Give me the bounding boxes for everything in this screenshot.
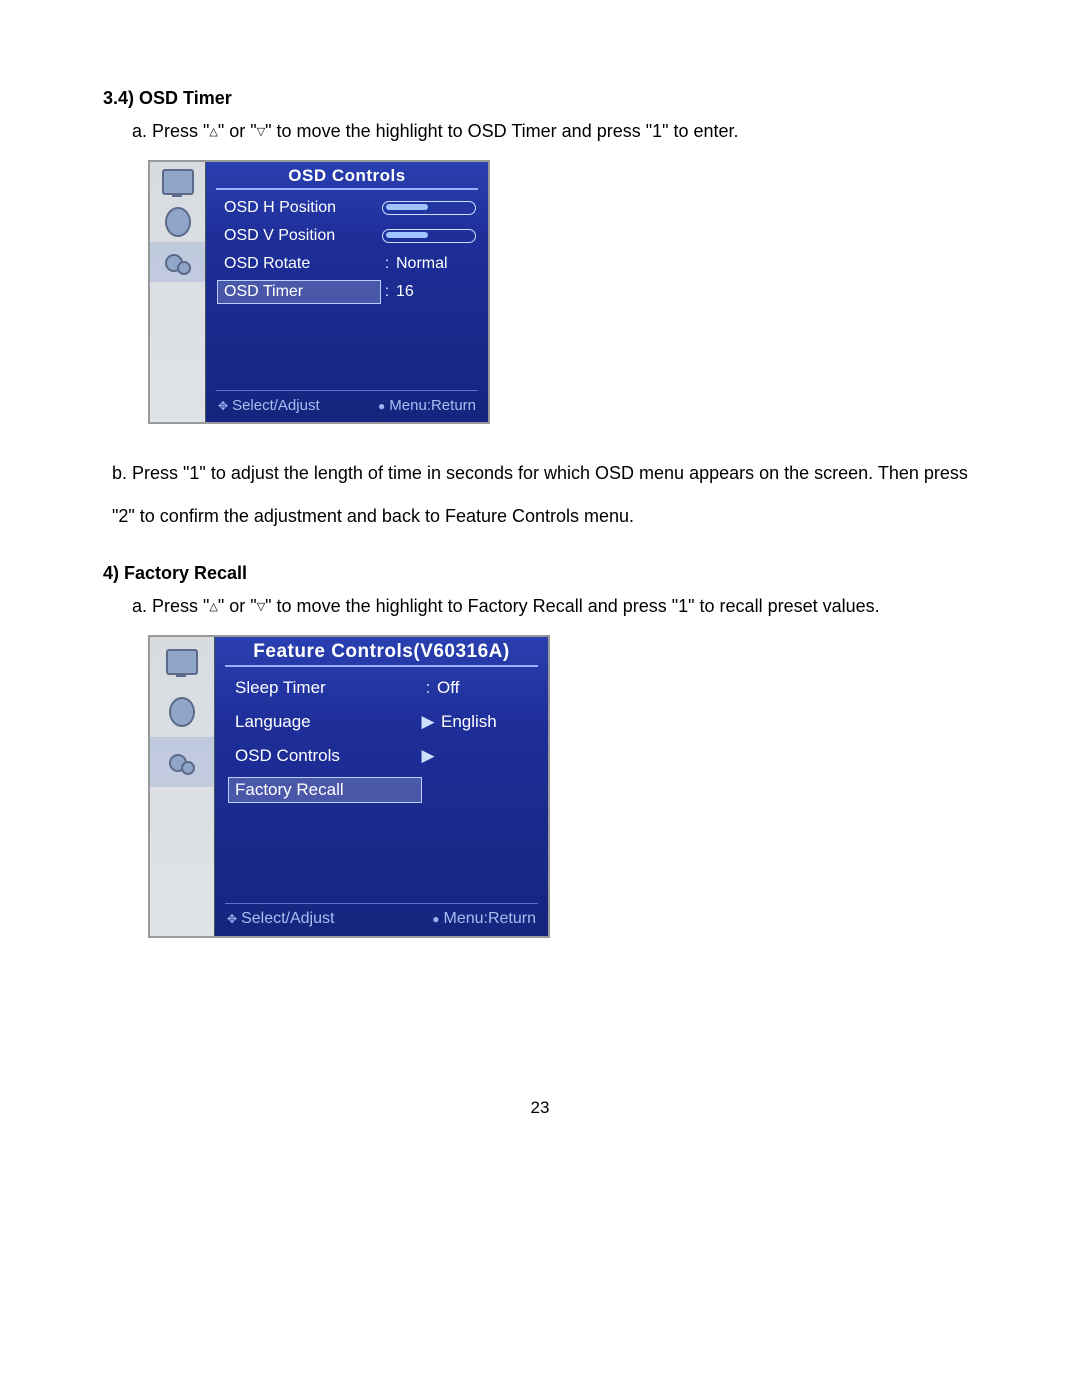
instruction-34a: a. Press "△" or "▽" to move the highligh… bbox=[132, 119, 982, 144]
osd-sidebar-icons bbox=[150, 162, 205, 422]
osd-value: Off bbox=[435, 678, 534, 698]
footer-right-text: Menu:Return bbox=[444, 910, 537, 927]
page-number: 23 bbox=[98, 1098, 982, 1118]
separator: : bbox=[380, 283, 394, 301]
osd-label: OSD Timer bbox=[218, 281, 380, 303]
separator: : bbox=[380, 255, 394, 273]
dot-icon: ● bbox=[378, 399, 385, 413]
osd-screenshot-1: OSD Controls OSD H Position OSD V Positi… bbox=[148, 160, 490, 424]
text-fragment: " to move the highlight to OSD Timer and… bbox=[265, 121, 738, 141]
speaker-icon bbox=[150, 202, 205, 242]
speaker-icon bbox=[150, 687, 214, 737]
gears-icon bbox=[150, 242, 205, 282]
text-fragment: " or " bbox=[218, 596, 257, 616]
osd-row-rotate: OSD Rotate : Normal bbox=[206, 250, 488, 278]
slider-icon bbox=[382, 229, 476, 243]
document-page: 3.4) OSD Timer a. Press "△" or "▽" to mo… bbox=[0, 0, 1080, 1158]
osd-label: Factory Recall bbox=[229, 778, 421, 802]
osd-label: OSD V Position bbox=[218, 225, 380, 247]
osd-value: 16 bbox=[394, 283, 476, 301]
osd-value: Normal bbox=[394, 255, 476, 273]
osd-row-hposition: OSD H Position bbox=[206, 194, 488, 222]
monitor-icon bbox=[150, 162, 205, 202]
osd-footer: ✥ Select/Adjust ● Menu:Return bbox=[216, 390, 478, 422]
osd-value: English bbox=[439, 712, 534, 732]
dot-icon: ● bbox=[432, 912, 439, 926]
osd-label: Sleep Timer bbox=[229, 676, 421, 700]
osd-label: OSD H Position bbox=[218, 197, 380, 219]
text-fragment: a. Press " bbox=[132, 596, 209, 616]
footer-right-text: Menu:Return bbox=[389, 397, 476, 414]
instruction-34b: b. Press "1" to adjust the length of tim… bbox=[112, 452, 982, 538]
osd-label: Language bbox=[229, 710, 421, 734]
osd-row-vposition: OSD V Position bbox=[206, 222, 488, 250]
osd-row-timer: OSD Timer : 16 bbox=[206, 278, 488, 306]
gears-icon bbox=[150, 737, 214, 787]
heading-osd-timer: 3.4) OSD Timer bbox=[103, 88, 982, 109]
osd-row-sleep-timer: Sleep Timer : Off bbox=[215, 671, 548, 705]
text-fragment: " or " bbox=[218, 121, 257, 141]
triangle-up-icon: △ bbox=[209, 601, 217, 613]
submenu-arrow-icon: ▶ bbox=[421, 746, 435, 766]
osd-title: OSD Controls bbox=[216, 162, 478, 190]
osd-row-osd-controls: OSD Controls ▶ bbox=[215, 739, 548, 773]
footer-left-text: Select/Adjust bbox=[241, 910, 334, 927]
triangle-down-icon: ▽ bbox=[257, 126, 265, 138]
instruction-4a: a. Press "△" or "▽" to move the highligh… bbox=[132, 594, 982, 619]
slider-icon bbox=[382, 201, 476, 215]
heading-factory-recall: 4) Factory Recall bbox=[103, 563, 982, 584]
osd-label: OSD Rotate bbox=[218, 253, 380, 275]
osd-title: Feature Controls(V60316A) bbox=[225, 637, 538, 667]
osd-screenshot-2: Feature Controls(V60316A) Sleep Timer : … bbox=[148, 635, 550, 938]
triangle-up-icon: △ bbox=[209, 126, 217, 138]
osd-body: Feature Controls(V60316A) Sleep Timer : … bbox=[214, 637, 548, 936]
joystick-icon: ✥ bbox=[218, 399, 228, 413]
osd-row-factory-recall: Factory Recall bbox=[215, 773, 548, 807]
submenu-arrow-icon: ▶ bbox=[421, 712, 435, 732]
joystick-icon: ✥ bbox=[227, 912, 237, 926]
monitor-icon bbox=[150, 637, 214, 687]
text-fragment: " to move the highlight to Factory Recal… bbox=[265, 596, 879, 616]
osd-label: OSD Controls bbox=[229, 744, 421, 768]
osd-footer: ✥ Select/Adjust ● Menu:Return bbox=[225, 903, 538, 936]
osd-body: OSD Controls OSD H Position OSD V Positi… bbox=[205, 162, 488, 422]
triangle-down-icon: ▽ bbox=[257, 601, 265, 613]
footer-left-text: Select/Adjust bbox=[232, 397, 320, 414]
separator: : bbox=[421, 678, 435, 698]
osd-sidebar-icons bbox=[150, 637, 214, 936]
text-fragment: a. Press " bbox=[132, 121, 209, 141]
osd-row-language: Language ▶ English bbox=[215, 705, 548, 739]
